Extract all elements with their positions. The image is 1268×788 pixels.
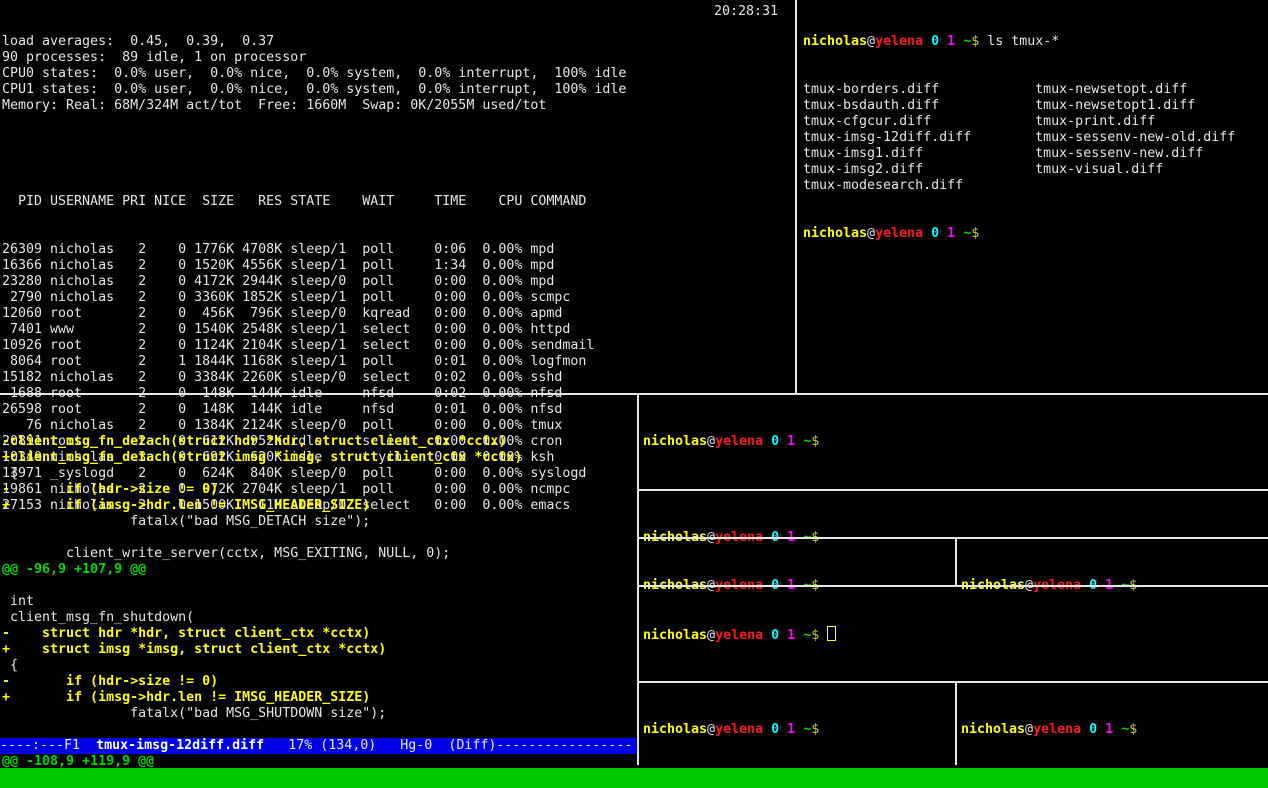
prompt-host: yelena <box>715 722 763 737</box>
prompt-host: yelena <box>715 434 763 449</box>
tmux-terminal-screen: load averages: 0.45, 0.39, 0.37 90 proce… <box>0 0 1268 788</box>
modeline-filename: tmux-imsg-12diff.diff <box>96 738 264 753</box>
shell-prompt: nicholas@yelena 0 1 ~$ <box>803 226 987 241</box>
tmux-status-bar: [0] 0:irssi# 1:todo 2:ncmpc- 3:mutt 4:ss… <box>0 768 1268 788</box>
pane-border-h2 <box>639 537 1268 539</box>
diff-line: + if (imsg->hdr.len != IMSG_HEADER_SIZE) <box>2 690 636 706</box>
prompt-host: yelena <box>1033 722 1081 737</box>
prompt-pane-index: 1 <box>787 434 795 449</box>
prompt-window-index: 0 <box>771 434 779 449</box>
diff-line: fatalx("bad MSG_DETACH size"); <box>2 514 636 530</box>
prompt-window-index: 0 <box>1089 722 1097 737</box>
shell-pane-e1[interactable]: nicholas@yelena 0 1 ~$ <box>639 690 955 764</box>
at-symbol: @ <box>707 628 715 643</box>
diff-line: @@ -96,9 +107,9 @@ <box>2 562 636 578</box>
prompt-host: yelena <box>715 628 763 643</box>
pane-border-h1 <box>639 489 1268 491</box>
modeline-prefix: ----:---F1 <box>0 738 96 753</box>
diff-line: { <box>2 466 636 482</box>
spacer <box>2 146 794 162</box>
diff-line: client_msg_fn_shutdown( <box>2 610 636 626</box>
shell-prompt: nicholas@yelena 0 1 ~$ <box>643 722 827 737</box>
shell-prompt: nicholas@yelena 0 1 ~$ <box>643 628 827 643</box>
prompt-host: yelena <box>875 34 923 49</box>
shell-pane-top-right[interactable]: nicholas@yelena 0 1 ~$ ls tmux-* tmux-bo… <box>798 2 1268 392</box>
top-clock: 20:28:31 <box>714 4 778 20</box>
prompt-host: yelena <box>875 226 923 241</box>
diff-line: - struct hdr *hdr, struct client_ctx *cc… <box>2 626 636 642</box>
shell-pane-b[interactable]: nicholas@yelena 0 1 ~$ <box>639 498 1268 536</box>
prompt-pane-index: 1 <box>1105 722 1113 737</box>
prompt-window-index: 0 <box>771 722 779 737</box>
prompt-window-index: 0 <box>771 628 779 643</box>
prompt-pane-index: 1 <box>787 722 795 737</box>
at-symbol: @ <box>867 34 875 49</box>
shell-prompt: nicholas@yelena 0 1 ~$ <box>643 434 827 449</box>
diff-line <box>2 722 636 738</box>
emacs-modeline: ----:---F1 tmux-imsg-12diff.diff 17% (13… <box>0 738 637 754</box>
modeline-info: 17% (134,0) Hg-0 (Diff)----------------- <box>264 738 632 753</box>
prompt-user: nicholas <box>643 434 707 449</box>
ls-file-list: tmux-borders.diff tmux-newsetopt.diff tm… <box>803 82 1268 194</box>
prompt-user: nicholas <box>803 34 867 49</box>
pane-border-vertical-bottom <box>637 395 639 765</box>
shell-prompt: nicholas@yelena 0 1 ~$ <box>961 722 1145 737</box>
diff-line: + struct imsg *imsg, struct client_ctx *… <box>2 642 636 658</box>
diff-line <box>2 530 636 546</box>
diff-buffer: -client_msg_fn_detach(struct hdr *hdr, s… <box>2 434 636 770</box>
diff-line: - if (hdr->size != 0) <box>2 482 636 498</box>
prompt-path: ~ <box>803 434 811 449</box>
pane-border-v-row-e <box>955 683 957 765</box>
diff-line: { <box>2 658 636 674</box>
diff-line: +client_msg_fn_detach(struct imsg *imsg,… <box>2 450 636 466</box>
prompt-window-index: 0 <box>931 34 939 49</box>
prompt-path: ~ <box>963 34 971 49</box>
diff-line: -client_msg_fn_detach(struct hdr *hdr, s… <box>2 434 636 450</box>
prompt-window-index: 0 <box>931 226 939 241</box>
at-symbol: @ <box>867 226 875 241</box>
top-pane[interactable]: load averages: 0.45, 0.39, 0.37 90 proce… <box>2 2 794 392</box>
pane-border-h3 <box>639 585 1268 587</box>
prompt-path: ~ <box>803 722 811 737</box>
at-symbol: @ <box>707 722 715 737</box>
pane-border-horizontal-main <box>0 393 1268 395</box>
pane-border-h4 <box>639 681 1268 683</box>
diff-line: fatalx("bad MSG_SHUTDOWN size"); <box>2 706 636 722</box>
diff-line: client_write_server(cctx, MSG_EXITING, N… <box>2 546 636 562</box>
prompt-path: ~ <box>1121 722 1129 737</box>
shell-pane-c1[interactable]: nicholas@yelena 0 1 ~$ <box>639 546 955 584</box>
shell-pane-e2[interactable]: nicholas@yelena 0 1 ~$ <box>957 690 1268 764</box>
prompt-pane-index: 1 <box>787 628 795 643</box>
process-table-header: PID USERNAME PRI NICE SIZE RES STATE WAI… <box>2 194 794 210</box>
prompt-path: ~ <box>963 226 971 241</box>
prompt-pane-index: 1 <box>947 226 955 241</box>
prompt-user: nicholas <box>643 628 707 643</box>
pane-border-vertical-top <box>795 0 797 393</box>
prompt-path: ~ <box>803 628 811 643</box>
diff-pane[interactable]: -client_msg_fn_detach(struct hdr *hdr, s… <box>2 402 636 765</box>
shell-pane-a[interactable]: nicholas@yelena 0 1 ~$ <box>639 402 1268 488</box>
diff-line <box>2 578 636 594</box>
shell-pane-c2[interactable]: nicholas@yelena 0 1 ~$ <box>957 546 1268 584</box>
at-symbol: @ <box>707 434 715 449</box>
diff-line: int <box>2 594 636 610</box>
prompt-user: nicholas <box>803 226 867 241</box>
prompt-user: nicholas <box>961 722 1025 737</box>
diff-line: + if (imsg->hdr.len != IMSG_HEADER_SIZE) <box>2 498 636 514</box>
shell-pane-d[interactable]: nicholas@yelena 0 1 ~$ <box>639 594 1268 680</box>
shell-prompt: nicholas@yelena 0 1 ~$ <box>803 34 987 49</box>
prompt-pane-index: 1 <box>947 34 955 49</box>
top-summary: load averages: 0.45, 0.39, 0.37 90 proce… <box>2 34 794 114</box>
terminal-cursor <box>827 626 836 641</box>
diff-line: - if (hdr->size != 0) <box>2 674 636 690</box>
shell-command: ls tmux-* <box>987 34 1059 49</box>
pane-border-v-row-c <box>955 539 957 585</box>
at-symbol: @ <box>1025 722 1033 737</box>
prompt-user: nicholas <box>643 722 707 737</box>
